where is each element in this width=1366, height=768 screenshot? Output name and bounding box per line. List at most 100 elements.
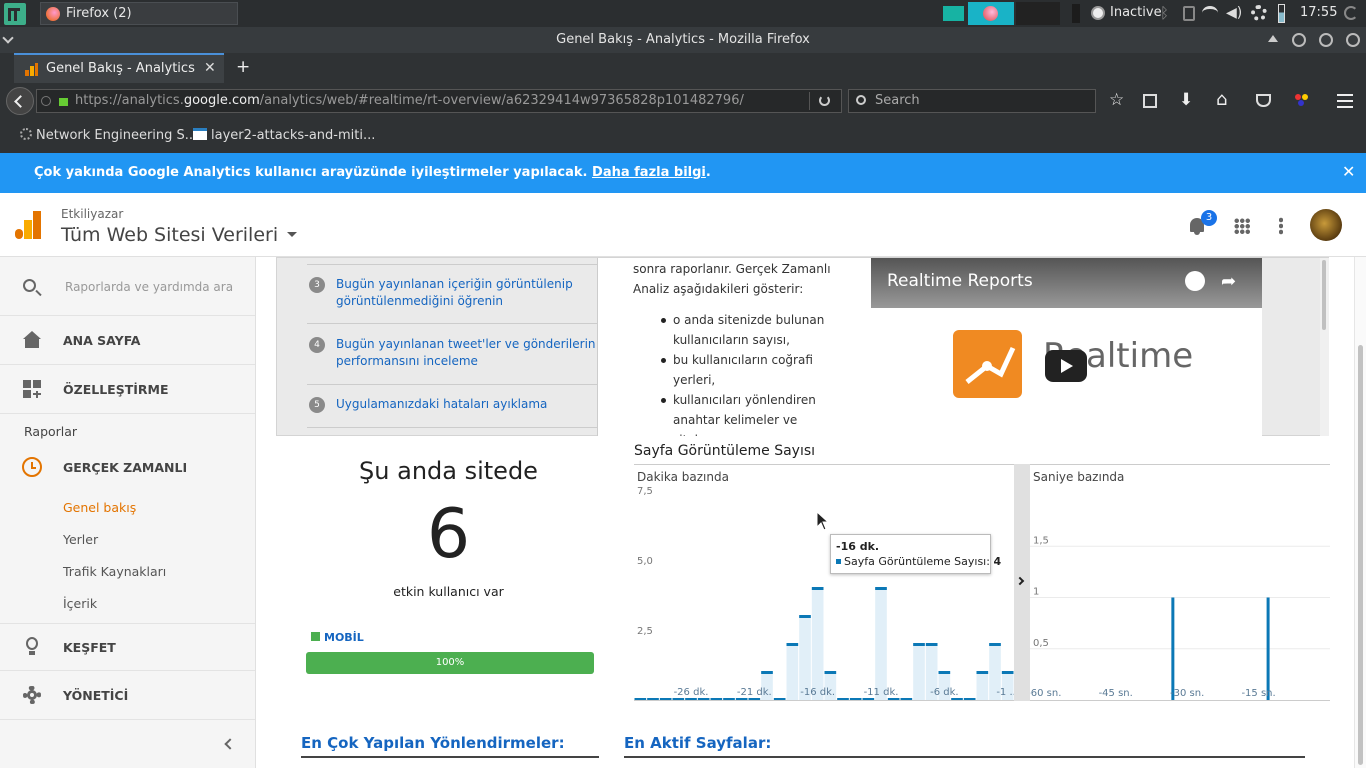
search-bar[interactable]: Search: [848, 89, 1096, 113]
app-menu-icon[interactable]: [4, 3, 26, 25]
user-avatar[interactable]: [1310, 209, 1342, 241]
guide-link-item[interactable]: 3 Bugün yayınlanan içeriğin görüntülenip…: [309, 276, 597, 310]
guide-list: 3 Bugün yayınlanan içeriğin görüntülenip…: [287, 258, 597, 436]
account-name: Etkiliyazar: [61, 207, 124, 221]
chevron-right-icon: [1015, 576, 1025, 586]
watch-later-clock-icon[interactable]: [1185, 271, 1205, 291]
sidebar-subitem-overview[interactable]: Genel bakış: [63, 500, 136, 515]
volume-icon[interactable]: ◀): [1226, 6, 1242, 20]
bluetooth-icon[interactable]: ᛒ: [1160, 5, 1172, 22]
sidebar-item-discover[interactable]: KEŞFET: [0, 623, 255, 671]
bookmark-label: layer2-attacks-and-miti...: [211, 128, 376, 143]
page-scrollbar-thumb[interactable]: [1358, 345, 1363, 765]
guide-link-item[interactable]: 4 Bugün yayınlanan tweet'ler ve gönderil…: [309, 336, 597, 370]
settings-gear-icon[interactable]: [1251, 5, 1267, 21]
sidebar-subitem-locations[interactable]: Yerler: [63, 532, 98, 547]
download-icon[interactable]: ⬇: [1179, 90, 1193, 110]
bar: [710, 698, 723, 700]
x-tick-label: -1 ...: [996, 687, 1014, 698]
banner-link[interactable]: Daha fazla bilgi: [592, 165, 706, 180]
bar: [811, 587, 824, 590]
clipboard-icon[interactable]: [1183, 6, 1195, 21]
x-tick-label: -30 sn.: [1170, 688, 1204, 699]
reload-icon[interactable]: [819, 95, 830, 106]
pageviews-title: Sayfa Görüntüleme Sayısı: [634, 443, 816, 459]
tooltip-value: 4: [993, 555, 1002, 568]
extension-icon[interactable]: [1295, 94, 1309, 108]
sidebar-search-placeholder: Raporlarda ve yardımda ara: [65, 280, 234, 294]
apps-grid-icon[interactable]: [1234, 218, 1250, 234]
clock-status-icon[interactable]: [1091, 6, 1105, 20]
taskbar-firefox-item[interactable]: Firefox (2): [40, 2, 238, 25]
realtime-guide-panel: 3 Bugün yayınlanan içeriğin görüntülenip…: [276, 257, 1329, 436]
browser-navbar: https://analytics.google.com/analytics/w…: [0, 83, 1366, 119]
pageviews-per-second-chart: Saniye bazında 0,5 1 1,5 -60 sn. -45 sn. -30 …: [1030, 464, 1330, 701]
page-scrollbar[interactable]: [1354, 257, 1366, 768]
close-window-button[interactable]: [1346, 33, 1360, 47]
bar: [849, 698, 862, 700]
bar: [761, 671, 773, 674]
guide-link-text[interactable]: Uygulamanızdaki hataları ayıklama: [317, 396, 597, 413]
home-icon[interactable]: ⌂: [1216, 89, 1227, 110]
play-button-icon[interactable]: [1045, 350, 1087, 382]
sidebar-item-realtime[interactable]: GERÇEK ZAMANLI: [0, 451, 255, 483]
sidebar-search[interactable]: Raporlarda ve yardımda ara: [0, 257, 255, 316]
browser-tab-active[interactable]: Genel Bakış - Analytics ✕: [14, 53, 224, 83]
bar: [925, 643, 938, 646]
bar: [900, 698, 913, 700]
guide-scrollbar[interactable]: [1320, 258, 1329, 436]
collapse-sidebar-chevron-icon[interactable]: [224, 738, 236, 750]
chart-divider-toggle[interactable]: [1014, 464, 1030, 701]
share-arrow-icon[interactable]: ➦: [1221, 271, 1236, 292]
x-tick-label: -11 dk.: [864, 687, 899, 698]
new-tab-plus-icon[interactable]: +: [236, 57, 250, 77]
url-bar[interactable]: https://analytics.google.com/analytics/w…: [36, 89, 842, 113]
wifi-icon[interactable]: [1202, 6, 1218, 20]
window-shade-icon[interactable]: [1268, 35, 1278, 42]
workspace-indicator[interactable]: [943, 6, 964, 21]
sidebar-item-home[interactable]: ANA SAYFA: [0, 317, 255, 365]
sidebar-item-admin[interactable]: YÖNETİCİ: [0, 672, 255, 720]
system-clock[interactable]: 17:55: [1300, 5, 1337, 20]
x-tick-label: -16 dk.: [800, 687, 835, 698]
bookmark-item[interactable]: Network Engineering S...: [20, 128, 197, 143]
gear-icon: [22, 685, 42, 705]
battery-icon[interactable]: [1278, 4, 1285, 23]
bar: [685, 698, 697, 700]
bookmark-item[interactable]: layer2-attacks-and-miti...: [193, 128, 375, 143]
analytics-logo-icon[interactable]: [15, 211, 41, 239]
more-vert-icon[interactable]: [1279, 217, 1283, 235]
reading-list-icon[interactable]: [1143, 94, 1157, 108]
back-arrow-icon: [14, 95, 27, 108]
tab-close-icon[interactable]: ✕: [204, 60, 216, 76]
guide-link-text[interactable]: Bugün yayınlanan tweet'ler ve gönderiler…: [317, 336, 597, 370]
maximize-button[interactable]: [1319, 33, 1333, 47]
dropdown-caret-icon: [287, 232, 298, 237]
back-button[interactable]: [6, 87, 34, 115]
announcement-banner: Çok yakında Google Analytics kullanıcı a…: [0, 153, 1366, 193]
minimize-button[interactable]: [1292, 33, 1306, 47]
tray-status-text[interactable]: Inactive: [1110, 5, 1162, 20]
workspace-active-firefox[interactable]: [968, 2, 1014, 25]
banner-close-icon[interactable]: ✕: [1342, 162, 1355, 181]
realtime-video-player[interactable]: Realtime Reports ➦ Realtime: [871, 258, 1262, 436]
guide-link-text[interactable]: Bugün yayınlanan içeriğin görüntülenip g…: [317, 276, 597, 310]
sidebar-subitem-traffic-sources[interactable]: Trafik Kaynakları: [63, 564, 166, 579]
system-taskbar: Firefox (2) Inactive ᛒ ◀) 17:55: [0, 0, 1366, 27]
pocket-icon[interactable]: [1256, 94, 1271, 107]
site-info-icon[interactable]: [41, 96, 51, 106]
sidebar-item-customization[interactable]: ÖZELLEŞTİRME: [0, 366, 255, 414]
main-content: 3 Bugün yayınlanan içeriğin görüntülenip…: [256, 257, 1366, 768]
workspace-empty[interactable]: [1016, 2, 1060, 25]
logout-icon[interactable]: [1344, 6, 1358, 20]
sidebar-subitem-content[interactable]: İçerik: [63, 596, 97, 611]
hamburger-menu-icon[interactable]: [1337, 94, 1353, 108]
property-selector[interactable]: Tüm Web Sitesi Verileri: [61, 224, 298, 246]
bookmark-star-icon[interactable]: ☆: [1109, 90, 1124, 110]
x-tick-label: -26 dk.: [674, 687, 709, 698]
secure-lock-icon[interactable]: [59, 98, 68, 106]
bookmark-label: Network Engineering S...: [36, 128, 198, 143]
bar: [938, 671, 951, 674]
guide-link-item[interactable]: 5 Uygulamanızdaki hataları ayıklama: [309, 396, 597, 413]
mouse-cursor-icon: [816, 510, 830, 535]
